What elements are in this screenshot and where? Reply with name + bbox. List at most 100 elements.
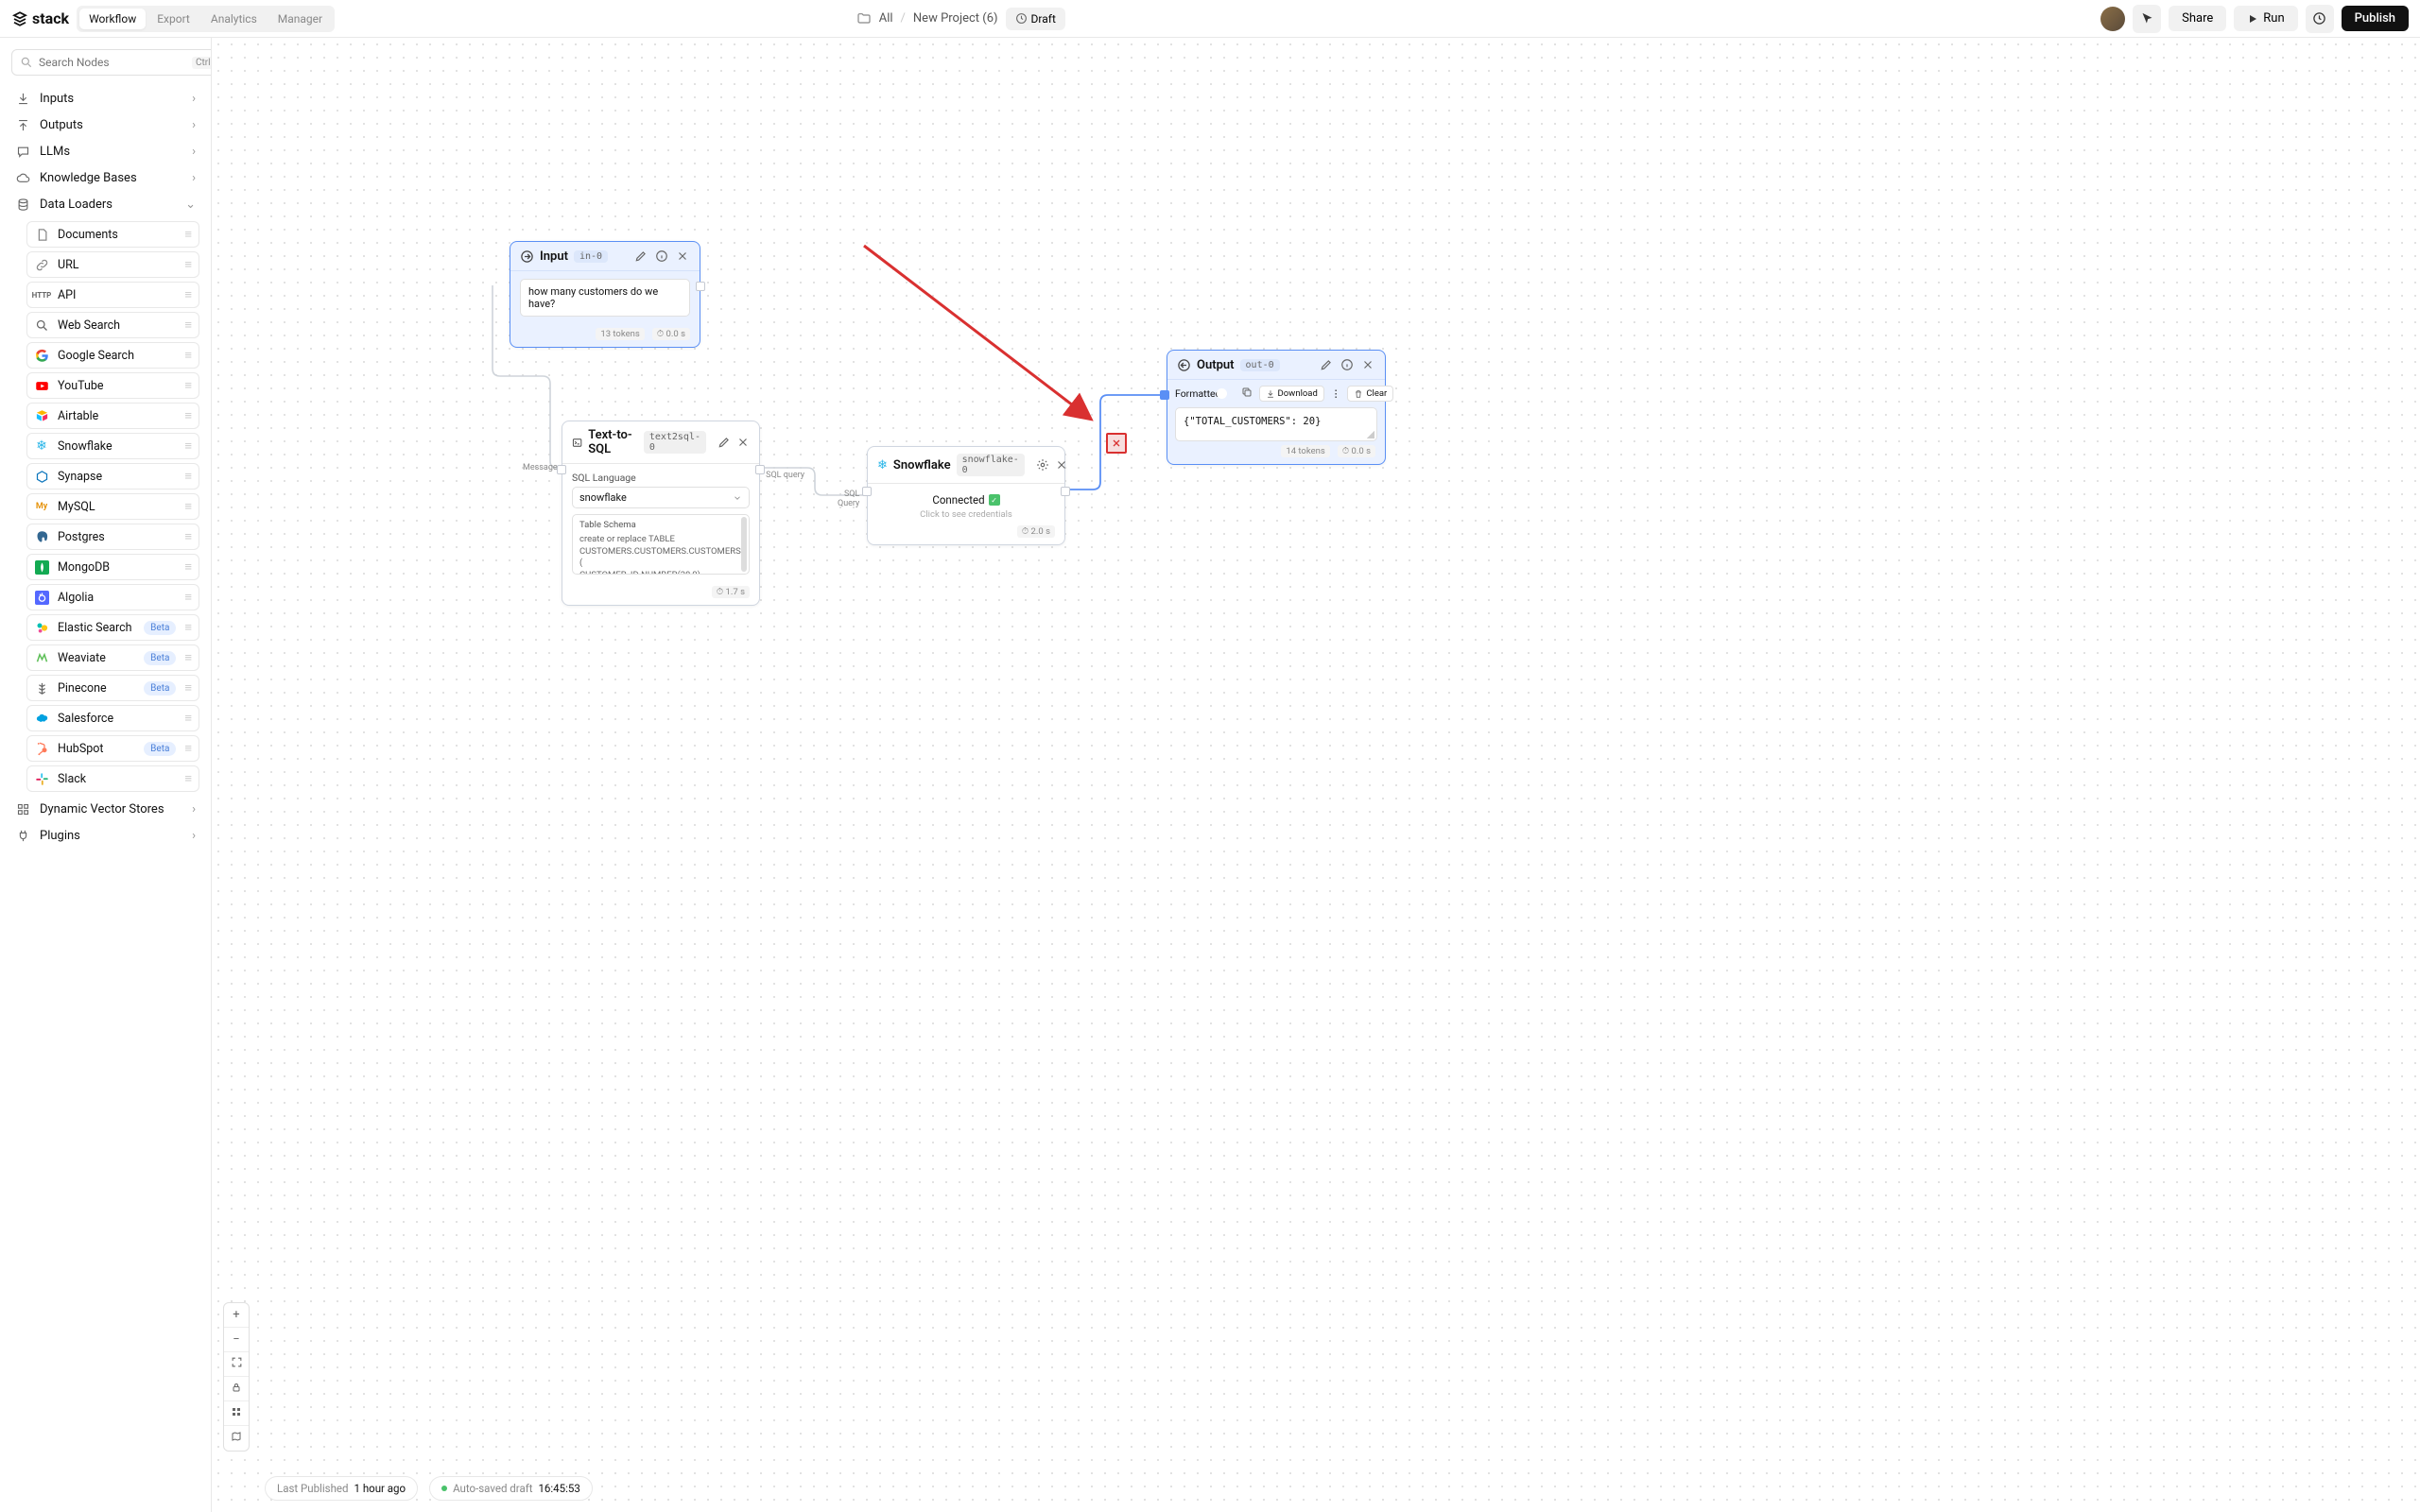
more-icon[interactable]: ⋮ <box>1331 387 1341 400</box>
drag-handle-icon[interactable]: ≡ <box>184 680 192 696</box>
drag-handle-icon[interactable]: ≡ <box>184 227 192 242</box>
loader-documents[interactable]: Documents≡ <box>26 221 199 248</box>
info-icon[interactable] <box>1340 357 1355 372</box>
close-icon[interactable] <box>736 435 750 450</box>
drag-handle-icon[interactable]: ≡ <box>184 620 192 635</box>
tab-manager[interactable]: Manager <box>268 9 332 29</box>
zoom-in-button[interactable]: + <box>224 1303 249 1328</box>
clear-button[interactable]: Clear <box>1347 386 1393 402</box>
delete-edge-button[interactable] <box>1106 433 1127 454</box>
drag-handle-icon[interactable]: ≡ <box>184 438 192 454</box>
output-content[interactable]: {"TOTAL_CUSTOMERS": 20} <box>1175 407 1377 441</box>
category-plugins[interactable]: Plugins› <box>11 822 199 849</box>
category-inputs[interactable]: Inputs› <box>11 85 199 112</box>
run-button[interactable]: Run <box>2234 6 2297 31</box>
close-icon[interactable] <box>675 249 690 264</box>
loader-google-search[interactable]: Google Search≡ <box>26 342 199 369</box>
loader-hubspot[interactable]: HubSpotBeta≡ <box>26 735 199 762</box>
canvas[interactable]: Input in-0 how many customers do we have… <box>212 38 2420 1512</box>
clock-button[interactable] <box>2306 5 2334 33</box>
loader-synapse[interactable]: Synapse≡ <box>26 463 199 490</box>
cursor-button[interactable] <box>2133 5 2161 33</box>
node-snowflake[interactable]: ❄ Snowflake snowflake-0 Connected ✓ Clic… <box>867 446 1065 545</box>
category-llms[interactable]: LLMs› <box>11 138 199 164</box>
loader-mysql[interactable]: MyMySQL≡ <box>26 493 199 520</box>
loader-snowflake[interactable]: ❄Snowflake≡ <box>26 433 199 459</box>
lang-select[interactable]: snowflake <box>572 487 750 508</box>
drag-handle-icon[interactable]: ≡ <box>184 529 192 544</box>
loader-youtube[interactable]: YouTube≡ <box>26 372 199 399</box>
draft-button[interactable]: Draft <box>1006 8 1065 30</box>
drag-handle-icon[interactable]: ≡ <box>184 741 192 756</box>
loader-web-search[interactable]: Web Search≡ <box>26 312 199 338</box>
input-port[interactable] <box>862 487 872 496</box>
drag-handle-icon[interactable]: ≡ <box>184 257 192 272</box>
drag-handle-icon[interactable]: ≡ <box>184 590 192 605</box>
copy-icon[interactable] <box>1241 387 1253 401</box>
drag-handle-icon[interactable]: ≡ <box>184 559 192 575</box>
drag-handle-icon[interactable]: ≡ <box>184 287 192 302</box>
project-label[interactable]: New Project (6) <box>913 11 998 26</box>
drag-handle-icon[interactable]: ≡ <box>184 469 192 484</box>
output-port[interactable] <box>755 465 765 474</box>
schema-box[interactable]: Table Schemacreate or replace TABLE CUST… <box>572 514 750 575</box>
hubspot-icon <box>34 741 49 756</box>
fit-button[interactable] <box>224 1352 249 1377</box>
category-dynamic-vector-stores[interactable]: Dynamic Vector Stores› <box>11 796 199 822</box>
share-button[interactable]: Share <box>2169 6 2226 31</box>
drag-handle-icon[interactable]: ≡ <box>184 318 192 333</box>
gear-icon[interactable] <box>1036 457 1049 472</box>
connected-status[interactable]: Connected ✓ Click to see credentials <box>868 484 1064 522</box>
input-port[interactable] <box>1160 390 1169 400</box>
category-knowledge-bases[interactable]: Knowledge Bases› <box>11 164 199 191</box>
map-button[interactable] <box>224 1426 249 1451</box>
close-icon[interactable] <box>1055 457 1068 472</box>
loader-weaviate[interactable]: WeaviateBeta≡ <box>26 644 199 671</box>
loader-slack[interactable]: Slack≡ <box>26 765 199 792</box>
loader-salesforce[interactable]: Salesforce≡ <box>26 705 199 731</box>
drag-handle-icon[interactable]: ≡ <box>184 348 192 363</box>
drag-handle-icon[interactable]: ≡ <box>184 378 192 393</box>
input-value[interactable]: how many customers do we have? <box>520 279 690 317</box>
loader-elastic-search[interactable]: Elastic SearchBeta≡ <box>26 614 199 641</box>
edit-icon[interactable] <box>633 249 648 264</box>
drag-handle-icon[interactable]: ≡ <box>184 711 192 726</box>
tab-export[interactable]: Export <box>147 9 199 29</box>
salesforce-icon <box>34 711 49 726</box>
avatar[interactable] <box>2100 7 2125 31</box>
info-icon[interactable] <box>654 249 669 264</box>
zoom-out-button[interactable]: − <box>224 1328 249 1352</box>
close-icon[interactable] <box>1360 357 1375 372</box>
drag-handle-icon[interactable]: ≡ <box>184 650 192 665</box>
node-output[interactable]: Output out-0 Formatted Download ⋮ Clear … <box>1167 350 1386 465</box>
loader-api[interactable]: HTTPAPI≡ <box>26 282 199 308</box>
tab-analytics[interactable]: Analytics <box>201 9 267 29</box>
node-input[interactable]: Input in-0 how many customers do we have… <box>510 241 700 348</box>
drag-handle-icon[interactable]: ≡ <box>184 499 192 514</box>
loader-airtable[interactable]: Airtable≡ <box>26 403 199 429</box>
loader-url[interactable]: URL≡ <box>26 251 199 278</box>
publish-button[interactable]: Publish <box>2342 6 2409 31</box>
category-outputs[interactable]: Outputs› <box>11 112 199 138</box>
lock-button[interactable] <box>224 1377 249 1401</box>
folder-label[interactable]: All <box>879 11 893 26</box>
loader-mongodb[interactable]: MongoDB≡ <box>26 554 199 580</box>
drag-handle-icon[interactable]: ≡ <box>184 771 192 786</box>
cloud-icon <box>15 170 30 185</box>
output-port[interactable] <box>696 282 705 291</box>
loader-pinecone[interactable]: PineconeBeta≡ <box>26 675 199 701</box>
search-input[interactable]: CtrlK <box>11 49 212 76</box>
input-port[interactable] <box>557 465 566 474</box>
slack-icon <box>34 771 49 786</box>
output-port[interactable] <box>1061 487 1070 496</box>
node-text2sql[interactable]: Text-to-SQL text2sql-0 SQL Language snow… <box>562 421 760 606</box>
grid-button[interactable] <box>224 1401 249 1426</box>
edit-icon[interactable] <box>717 435 731 450</box>
category-data-loaders[interactable]: Data Loaders⌄ <box>11 191 199 217</box>
edit-icon[interactable] <box>1319 357 1334 372</box>
drag-handle-icon[interactable]: ≡ <box>184 408 192 423</box>
loader-algolia[interactable]: Algolia≡ <box>26 584 199 610</box>
tab-workflow[interactable]: Workflow <box>79 9 146 29</box>
loader-postgres[interactable]: Postgres≡ <box>26 524 199 550</box>
download-button[interactable]: Download <box>1259 386 1324 402</box>
